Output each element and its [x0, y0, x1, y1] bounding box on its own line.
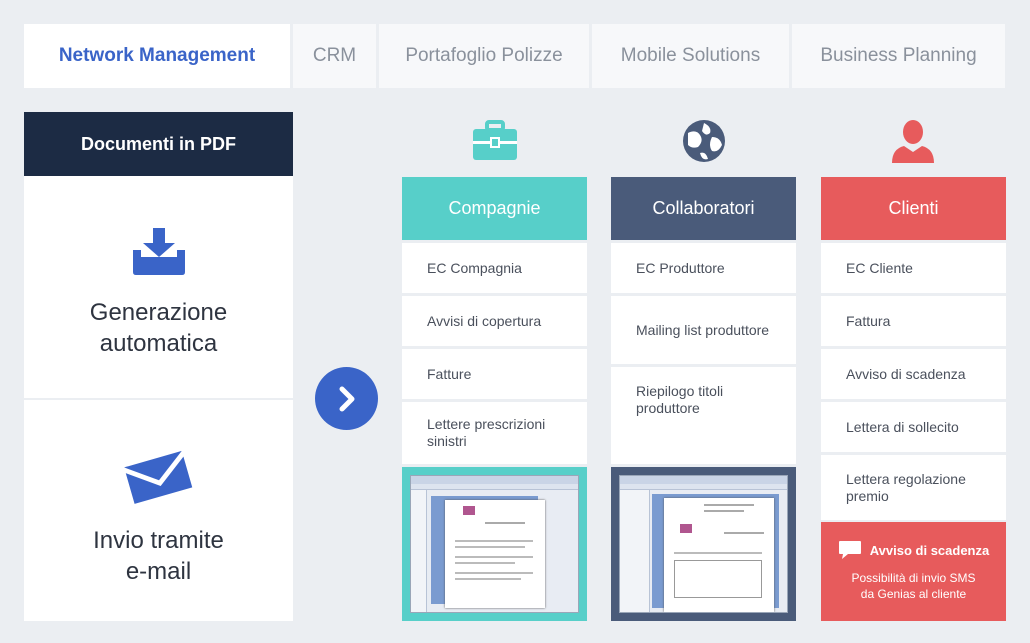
list-item-fattura[interactable]: Fattura [821, 296, 1006, 346]
download-tray-icon [129, 226, 189, 281]
list-item-avvisi-copertura[interactable]: Avvisi di copertura [402, 296, 587, 346]
list-item-lettera-sollecito[interactable]: Lettera di sollecito [821, 402, 1006, 452]
list-item-ec-compagnia[interactable]: EC Compagnia [402, 243, 587, 293]
envelope-icon [121, 442, 197, 509]
sms-title-row: Avviso di scadenza [821, 540, 1006, 560]
tab-network-management[interactable]: Network Management [24, 24, 290, 88]
document-preview-image [619, 475, 788, 613]
sms-description: Possibilità di invio SMS da Genias al cl… [851, 571, 976, 601]
email-card: Invio tramite e-mail [24, 400, 293, 621]
compagnie-header: Compagnie [402, 177, 587, 240]
next-arrow-button[interactable] [315, 367, 378, 430]
globe-icon [680, 117, 728, 165]
list-item-avviso-scadenza[interactable]: Avviso di scadenza [821, 349, 1006, 399]
list-item-fatture[interactable]: Fatture [402, 349, 587, 399]
list-item-ec-produttore[interactable]: EC Produttore [611, 243, 796, 293]
email-text: Invio tramite e-mail [93, 527, 224, 585]
collaboratori-screenshot [611, 467, 796, 621]
tab-business-planning[interactable]: Business Planning [792, 24, 1005, 88]
list-item-lettere-prescrizioni[interactable]: Lettere prescrizioni sinistri [402, 402, 587, 464]
sms-title: Avviso di scadenza [869, 542, 990, 558]
list-item-ec-cliente[interactable]: EC Cliente [821, 243, 1006, 293]
document-preview-image [410, 475, 579, 613]
sms-notice-box: Avviso di scadenza Possibilità di invio … [821, 522, 1006, 621]
generation-text: Generazione automatica [89, 299, 228, 357]
list-item-lettera-regolazione[interactable]: Lettera regolazione premio [821, 455, 1006, 520]
chevron-right-icon [339, 386, 354, 411]
user-icon [889, 117, 937, 165]
briefcase-icon [471, 117, 519, 165]
clienti-header: Clienti [821, 177, 1006, 240]
generation-card: Generazione automatica [24, 176, 293, 398]
chat-bubble-icon [838, 541, 861, 559]
top-tabs: Network Management CRM Portafoglio Poliz… [24, 24, 1005, 88]
list-item-riepilogo-titoli[interactable]: Riepilogo titoli produttore [611, 367, 796, 464]
compagnie-screenshot [402, 467, 587, 621]
tab-crm[interactable]: CRM [293, 24, 376, 88]
tab-portafoglio-polizze[interactable]: Portafoglio Polizze [379, 24, 589, 88]
collaboratori-header: Collaboratori [611, 177, 796, 240]
list-item-mailing-list[interactable]: Mailing list produttore [611, 296, 796, 364]
documents-pdf-header: Documenti in PDF [24, 112, 293, 176]
tab-mobile-solutions[interactable]: Mobile Solutions [592, 24, 789, 88]
